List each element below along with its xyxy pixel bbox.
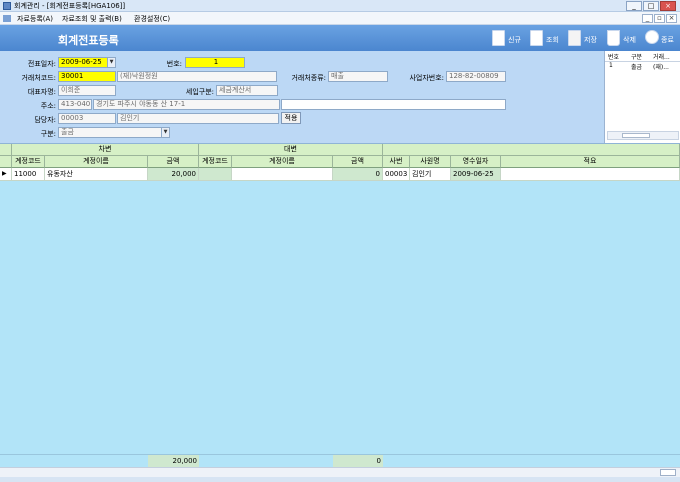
manager-code-field[interactable]: 00003	[58, 113, 116, 124]
zip-field[interactable]: 413-040	[58, 99, 92, 110]
col-credit-code[interactable]: 계정코드	[199, 156, 232, 168]
list-header-type[interactable]: 구분	[631, 52, 642, 61]
grid-corner-2	[0, 156, 12, 168]
col-debit-code[interactable]: 계정코드	[12, 156, 45, 168]
client-code-label: 거래처코드:	[21, 74, 56, 82]
address-detail-field[interactable]	[281, 99, 506, 110]
list-item-type[interactable]: 출금	[631, 62, 642, 71]
mdi-close-button[interactable]: ×	[666, 14, 677, 23]
col-emp-no[interactable]: 사번	[383, 156, 410, 168]
window-title-bar: 회계관리 - [회계전표등록[HGA106]] _ □ ×	[0, 0, 680, 12]
client-type-label: 거래처종류:	[291, 74, 326, 82]
menu-item-register[interactable]: 자료등록(A)	[17, 14, 53, 24]
status-bar	[0, 477, 680, 482]
app-icon	[3, 2, 11, 10]
number-field[interactable]: 1	[185, 57, 245, 68]
tax-label: 세입구분:	[185, 88, 214, 96]
address-label: 주소:	[40, 102, 56, 110]
client-name-field[interactable]: (재)낙원정원	[117, 71, 277, 82]
cell-credit-name[interactable]	[232, 168, 333, 181]
col-debit-name[interactable]: 계정이름	[45, 156, 148, 168]
menu-bar: 자료등록(A) 자료조회 및 출력(B) 환경설정(C) _ ▫ ×	[0, 12, 680, 25]
apply-button[interactable]: 적용	[281, 112, 301, 124]
grid-corner	[0, 144, 12, 156]
col-receipt-date[interactable]: 영수일자	[451, 156, 501, 168]
menu-item-settings[interactable]: 환경설정(C)	[134, 14, 170, 24]
biz-no-field[interactable]: 128-82-00809	[446, 71, 506, 82]
grid-horizontal-scrollbar[interactable]	[0, 467, 680, 477]
row-indicator-icon[interactable]: ▶	[0, 168, 12, 181]
group-header-blank	[383, 144, 680, 156]
close-button[interactable]: ×	[660, 1, 676, 11]
grid-scroll-thumb[interactable]	[660, 469, 676, 476]
client-type-field[interactable]: 매출	[328, 71, 388, 82]
number-label: 번호:	[166, 60, 182, 68]
date-label: 전표일자:	[27, 60, 56, 68]
group-header-debit: 차변	[12, 144, 199, 156]
mdi-restore-button[interactable]: ▫	[654, 14, 665, 23]
biz-no-label: 사업자번호:	[409, 74, 444, 82]
type-label: 구분:	[40, 130, 56, 138]
floppy-disk-icon	[568, 30, 581, 46]
voucher-form: 전표일자: 2009-06-25 ▼ 번호: 1 거래처코드: 30001 (재…	[0, 51, 604, 143]
col-memo[interactable]: 적요	[501, 156, 680, 168]
new-document-icon	[492, 30, 505, 46]
totals-row: 20,000 0	[0, 454, 680, 467]
journal-grid[interactable]: 차변 대변 계정코드 계정이름 금액 계정코드 계정이름 금액 사번 사원명 영…	[0, 143, 680, 454]
maximize-button[interactable]: □	[643, 1, 659, 11]
power-icon	[645, 30, 659, 44]
type-select[interactable]: 출금 ▼	[58, 127, 170, 138]
list-scroll-thumb[interactable]	[622, 133, 650, 138]
cell-credit-code[interactable]	[199, 168, 232, 181]
chevron-down-icon[interactable]: ▼	[161, 128, 169, 137]
rep-label: 대표자명:	[27, 88, 56, 96]
manager-label: 담당자:	[34, 116, 56, 124]
col-emp-name[interactable]: 사원명	[410, 156, 451, 168]
cell-credit-amount[interactable]: 0	[333, 168, 383, 181]
cell-memo[interactable]	[501, 168, 680, 181]
cell-debit-code[interactable]: 11000	[12, 168, 45, 181]
page-header: 회계전표등록 신규 조회 저장 삭제 종료	[0, 25, 680, 51]
chevron-down-icon[interactable]: ▼	[107, 58, 115, 67]
credit-total: 0	[333, 455, 383, 467]
mdi-child-icon	[3, 15, 11, 22]
minimize-button[interactable]: _	[626, 1, 642, 11]
list-scrollbar[interactable]	[607, 131, 679, 140]
col-credit-name[interactable]: 계정이름	[232, 156, 333, 168]
date-picker[interactable]: 2009-06-25 ▼	[58, 57, 116, 68]
col-credit-amount[interactable]: 금액	[333, 156, 383, 168]
list-item-client[interactable]: (재)...	[653, 62, 669, 71]
col-debit-amount[interactable]: 금액	[148, 156, 199, 168]
client-code-field[interactable]: 30001	[58, 71, 116, 82]
window-title: 회계관리 - [회계전표등록[HGA106]]	[14, 2, 126, 10]
cell-debit-amount[interactable]: 20,000	[148, 168, 199, 181]
list-header-client[interactable]: 거래...	[653, 52, 670, 61]
rep-field[interactable]: 이희준	[58, 85, 116, 96]
cell-emp-name[interactable]: 김인기	[410, 168, 451, 181]
group-header-credit: 대변	[199, 144, 383, 156]
debit-total: 20,000	[148, 455, 199, 467]
list-item-number[interactable]: 1	[609, 62, 613, 71]
tax-field[interactable]: 세금계산서	[216, 85, 278, 96]
voucher-list[interactable]: 번호 구분 거래... 1 출금 (재)...	[604, 51, 680, 143]
menu-item-inquiry[interactable]: 자료조회 및 출력(B)	[62, 14, 122, 24]
search-document-icon	[530, 30, 543, 46]
trash-icon	[607, 30, 620, 46]
mdi-minimize-button[interactable]: _	[642, 14, 653, 23]
cell-receipt-date[interactable]: 2009-06-25	[451, 168, 501, 181]
page-title: 회계전표등록	[58, 34, 119, 47]
address-field[interactable]: 경기도 파주시 야동동 산 17-1	[93, 99, 280, 110]
manager-name-field[interactable]: 김인기	[117, 113, 279, 124]
cell-emp-no[interactable]: 00003	[383, 168, 410, 181]
list-header-number[interactable]: 번호	[608, 52, 619, 61]
cell-debit-name[interactable]: 유동자산	[45, 168, 148, 181]
